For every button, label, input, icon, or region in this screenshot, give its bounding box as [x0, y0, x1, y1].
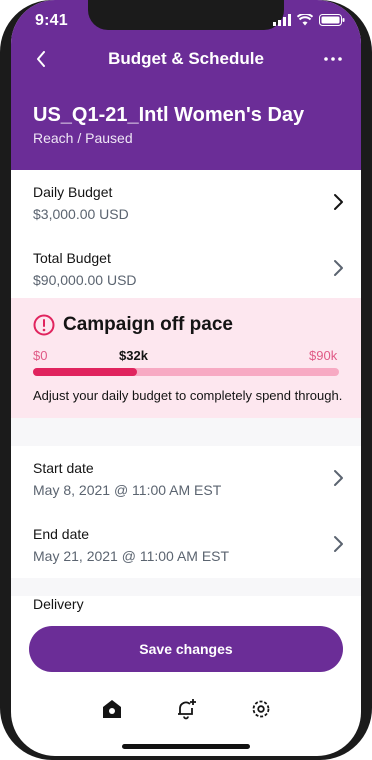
section-divider: [11, 578, 361, 596]
wifi-icon: [297, 14, 313, 26]
section-divider: [11, 418, 361, 446]
chevron-right-icon: [334, 194, 343, 210]
chevron-right-icon: [334, 536, 343, 552]
progress-min-label: $0: [33, 348, 48, 363]
off-pace-alert: Campaign off pace $0 $32k $90k Adjust yo…: [11, 298, 361, 418]
start-date-label: Start date: [33, 460, 94, 476]
spend-progress-bar: [33, 368, 339, 376]
nav-bar: Budget & Schedule: [11, 44, 361, 74]
alert-circle-icon: [33, 314, 55, 336]
status-time: 9:41: [35, 12, 68, 29]
header: 9:41 Budget & Schedule US_Q1-21_Intl Wom…: [11, 0, 361, 170]
signal-icon: [273, 14, 291, 26]
end-date-row[interactable]: End date May 21, 2021 @ 11:00 AM EST: [11, 512, 361, 579]
end-date-label: End date: [33, 526, 90, 542]
phone-frame: 9:41 Budget & Schedule US_Q1-21_Intl Wom…: [0, 0, 372, 760]
total-budget-value: $90,000.00 USD: [33, 272, 137, 288]
status-icons: [273, 14, 345, 26]
spend-progress-fill: [33, 368, 138, 376]
notifications-icon[interactable]: [175, 698, 197, 720]
device-notch: [88, 0, 284, 30]
daily-budget-row[interactable]: Daily Budget $3,000.00 USD: [11, 170, 361, 237]
chevron-right-icon: [334, 470, 343, 486]
end-date-value: May 21, 2021 @ 11:00 AM EST: [33, 548, 230, 564]
start-date-value: May 8, 2021 @ 11:00 AM EST: [33, 482, 222, 498]
campaign-name: US_Q1-21_Intl Women's Day: [33, 104, 305, 126]
battery-icon: [319, 14, 345, 26]
progress-current-label: $32k: [119, 348, 148, 363]
daily-budget-value: $3,000.00 USD: [33, 206, 129, 222]
daily-budget-label: Daily Budget: [33, 184, 113, 200]
chevron-right-icon: [334, 260, 343, 276]
campaign-status: Reach / Paused: [33, 130, 133, 146]
page-title: Budget & Schedule: [108, 49, 264, 68]
home-indicator: [122, 744, 250, 749]
alert-title: Campaign off pace: [63, 314, 233, 335]
total-budget-row[interactable]: Total Budget $90,000.00 USD: [11, 236, 361, 303]
delivery-label: Delivery: [33, 596, 84, 612]
alert-message: Adjust your daily budget to completely s…: [33, 388, 343, 403]
tab-bar: [11, 690, 361, 730]
total-budget-label: Total Budget: [33, 250, 111, 266]
save-changes-button[interactable]: Save changes: [29, 626, 343, 672]
settings-icon[interactable]: [250, 698, 272, 720]
more-options-button[interactable]: [319, 44, 347, 74]
progress-max-label: $90k: [309, 348, 338, 363]
start-date-row[interactable]: Start date May 8, 2021 @ 11:00 AM EST: [11, 446, 361, 513]
home-icon[interactable]: [101, 698, 123, 720]
screen: 9:41 Budget & Schedule US_Q1-21_Intl Wom…: [11, 0, 361, 756]
more-horizontal-icon: [324, 57, 342, 61]
